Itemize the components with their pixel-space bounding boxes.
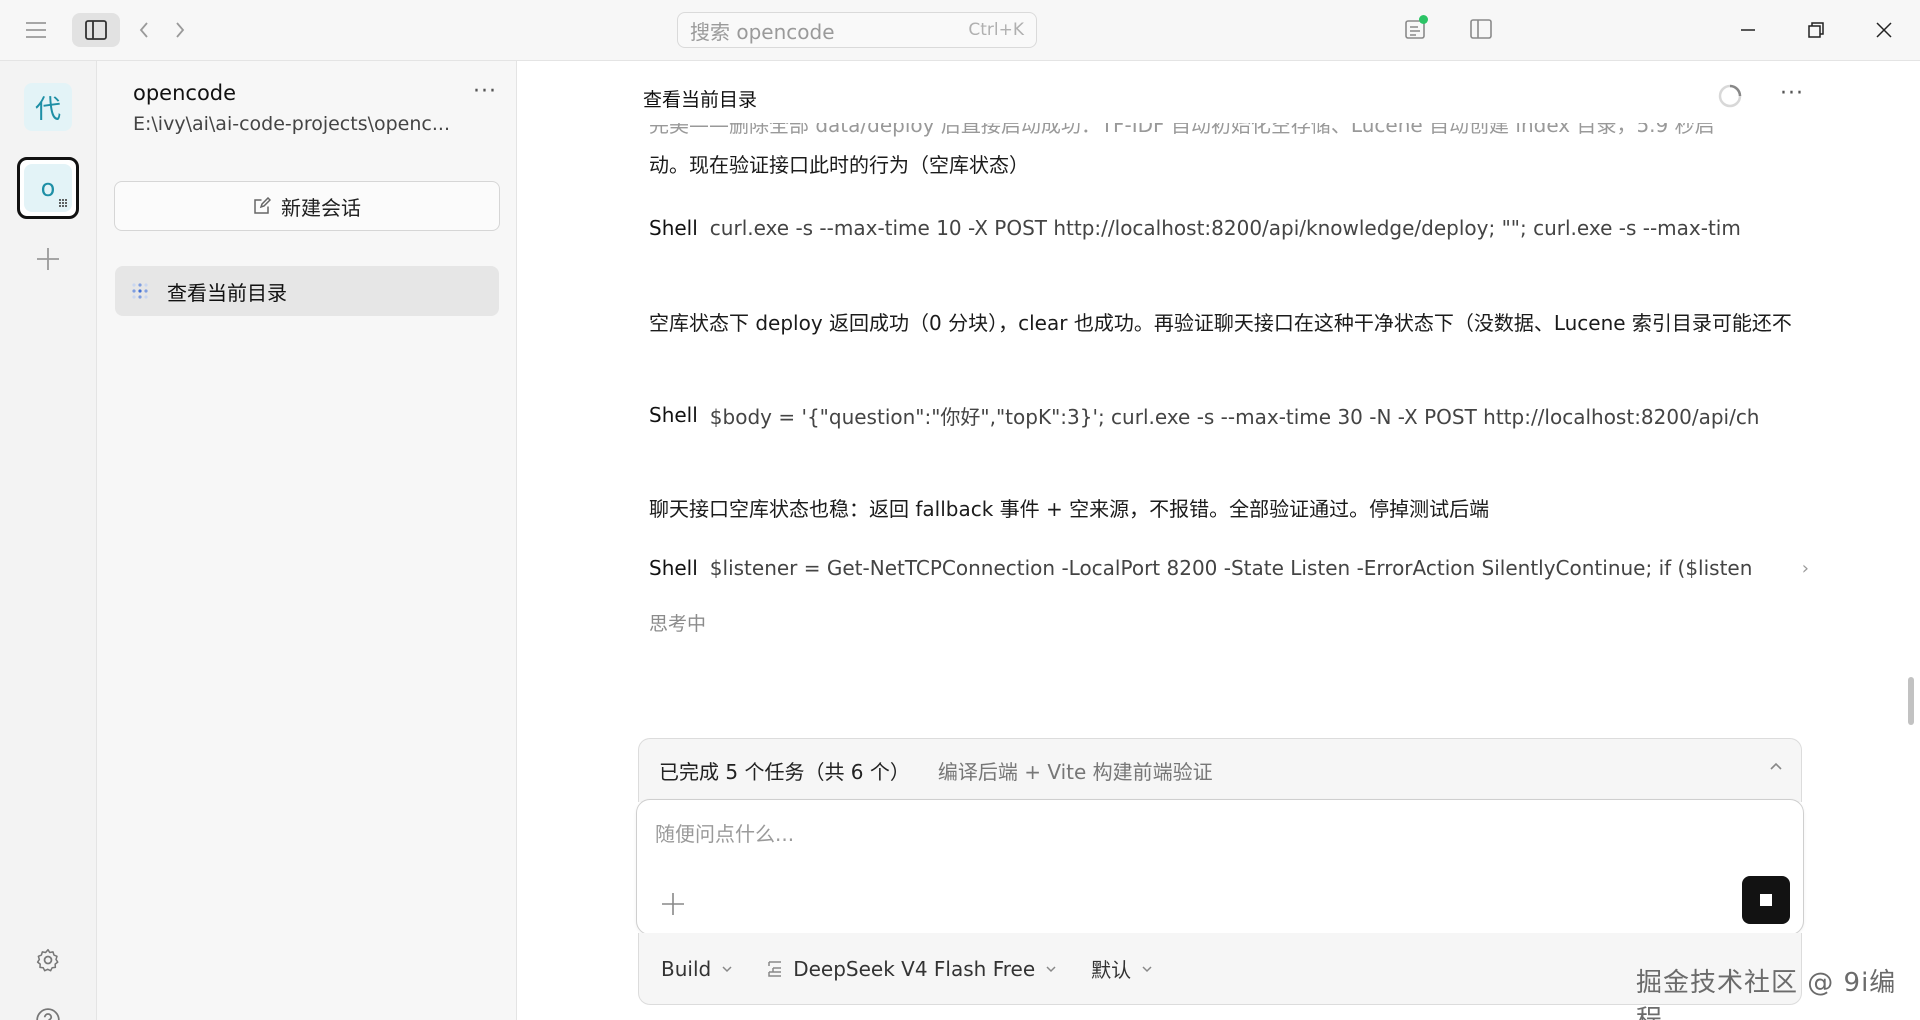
review-icon[interactable] bbox=[1398, 12, 1432, 46]
agent-label: Build bbox=[661, 956, 712, 981]
model-select[interactable]: DeepSeek V4 Flash Free bbox=[767, 957, 1057, 981]
chevron-down-icon bbox=[1046, 965, 1056, 972]
loading-dots-icon bbox=[59, 199, 67, 207]
composer-placeholder: 随便问点什么... bbox=[655, 822, 795, 846]
session-more-button[interactable]: ··· bbox=[1775, 81, 1809, 109]
status-dot bbox=[1419, 15, 1428, 24]
todo-summary[interactable]: 已完成 5 个任务（共 6 个） 编译后端 + Vite 构建前端验证 bbox=[638, 738, 1802, 802]
stop-icon bbox=[1760, 894, 1772, 906]
help-icon[interactable] bbox=[32, 1004, 64, 1020]
shell-label: Shell bbox=[649, 403, 698, 427]
variant-label: 默认 bbox=[1091, 958, 1132, 982]
settings-gear-icon[interactable] bbox=[32, 944, 64, 976]
scrollbar-thumb[interactable] bbox=[1908, 677, 1914, 725]
chevron-down-icon bbox=[1142, 965, 1152, 972]
shell-command: $listener = Get-NetTCPConnection -LocalP… bbox=[709, 556, 1753, 580]
search-placeholder: 搜索 opencode bbox=[690, 19, 835, 44]
title-bar: 搜索 opencode Ctrl+K bbox=[0, 0, 1920, 61]
close-icon[interactable] bbox=[1866, 12, 1902, 48]
session-item[interactable]: 查看当前目录 bbox=[115, 266, 499, 316]
project-path: E:\ivy\ai\ai-code-projects\openc... bbox=[133, 113, 450, 135]
maximize-icon[interactable] bbox=[1798, 12, 1834, 48]
chevron-down-icon bbox=[722, 965, 732, 972]
search-input[interactable]: 搜索 opencode Ctrl+K bbox=[677, 12, 1037, 48]
project-initial: 代 bbox=[34, 94, 61, 125]
add-attachment-icon[interactable] bbox=[659, 890, 687, 918]
agent-select[interactable]: Build bbox=[661, 957, 733, 981]
new-session-label: 新建会话 bbox=[281, 195, 361, 220]
project-name: opencode bbox=[133, 81, 237, 105]
project-rail: 代 o bbox=[0, 61, 97, 1020]
project-tile-opencode[interactable]: o bbox=[24, 164, 72, 212]
panel-icon[interactable] bbox=[1464, 12, 1498, 46]
loading-dots-icon bbox=[132, 283, 148, 299]
shell-label: Shell bbox=[649, 216, 698, 240]
chevron-up-icon[interactable] bbox=[1769, 761, 1783, 771]
watermark: 掘金技术社区 @ 9i编程 bbox=[1636, 968, 1897, 1020]
chevron-right-icon[interactable]: › bbox=[1802, 558, 1809, 579]
thinking-status: 思考中 bbox=[649, 613, 707, 635]
project-initial: o bbox=[40, 174, 56, 202]
todo-current-task: 编译后端 + Vite 构建前端验证 bbox=[937, 760, 1213, 784]
session-sidebar: opencode E:\ivy\ai\ai-code-projects\open… bbox=[97, 61, 517, 1020]
assistant-message: 空库状态下 deploy 返回成功（0 分块），clear 也成功。再验证聊天接… bbox=[649, 311, 1792, 335]
message-composer[interactable]: 随便问点什么... bbox=[636, 799, 1804, 935]
shell-label: Shell bbox=[649, 556, 698, 580]
composer-options-bar: Build DeepSeek V4 Flash Free 默认 bbox=[638, 933, 1802, 1005]
search-shortcut: Ctrl+K bbox=[968, 20, 1024, 40]
assistant-message: 动。现在验证接口此时的行为（空库状态） bbox=[649, 153, 1029, 177]
new-session-button[interactable]: 新建会话 bbox=[114, 181, 500, 231]
spinner-icon bbox=[1718, 84, 1742, 108]
project-tile-dai[interactable]: 代 bbox=[24, 83, 72, 131]
session-title-header: 查看当前目录 bbox=[643, 89, 758, 111]
edit-icon bbox=[254, 197, 271, 214]
chat-main: 查看当前目录 ··· 完美——删除全部 data/deploy 后直接启动成功：… bbox=[517, 61, 1920, 1020]
model-provider-icon bbox=[768, 960, 782, 977]
add-project-icon[interactable] bbox=[30, 241, 66, 277]
stop-button[interactable] bbox=[1742, 876, 1790, 924]
menu-icon[interactable] bbox=[20, 16, 52, 44]
session-title: 查看当前目录 bbox=[167, 280, 287, 305]
shell-tool-call[interactable]: Shell $listener = Get-NetTCPConnection -… bbox=[649, 551, 1809, 585]
assistant-message: 聊天接口空库状态也稳：返回 fallback 事件 + 空来源，不报错。全部验证… bbox=[649, 497, 1490, 521]
todo-done-count: 已完成 5 个任务（共 6 个） bbox=[659, 760, 910, 784]
project-more-button[interactable]: ··· bbox=[467, 79, 503, 107]
sidebar-toggle-icon[interactable] bbox=[72, 13, 120, 47]
shell-tool-call[interactable]: Shell curl.exe -s --max-time 10 -X POST … bbox=[649, 211, 1809, 245]
variant-select[interactable]: 默认 bbox=[1091, 954, 1153, 983]
minimize-icon[interactable] bbox=[1730, 12, 1766, 48]
project-tile-active-frame[interactable]: o bbox=[17, 157, 79, 219]
forward-icon[interactable] bbox=[168, 16, 192, 44]
shell-tool-call[interactable]: Shell $body = '{"question":"你好","topK":3… bbox=[649, 398, 1809, 432]
model-label: DeepSeek V4 Flash Free bbox=[793, 956, 1036, 981]
back-icon[interactable] bbox=[132, 16, 156, 44]
shell-command: curl.exe -s --max-time 10 -X POST http:/… bbox=[709, 216, 1741, 240]
shell-command: $body = '{"question":"你好","topK":3}'; cu… bbox=[709, 404, 1760, 429]
